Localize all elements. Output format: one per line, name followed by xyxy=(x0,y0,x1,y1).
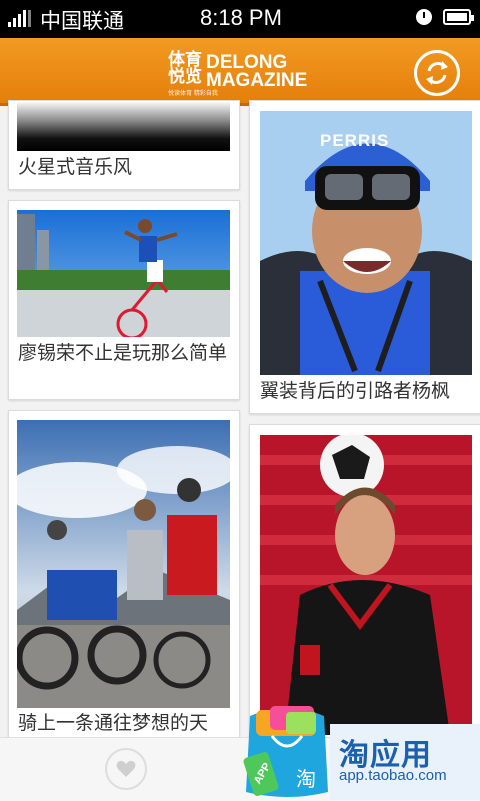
ad-bag-char: 淘 xyxy=(296,767,316,791)
logo-tagline: 悦读体育 精彩自我 xyxy=(168,90,218,97)
article-card-4[interactable]: PERRIS 翼装背后的引路者杨枫 xyxy=(249,100,480,414)
article-card-5[interactable] xyxy=(249,424,480,739)
logo-chinese: 体育 悦览 xyxy=(168,50,202,87)
article-card-2[interactable]: 廖锡荣不止是玩那么简单 xyxy=(8,200,240,400)
refresh-icon xyxy=(426,61,448,85)
heart-icon xyxy=(116,760,136,777)
taobao-app-ad[interactable]: APP 淘 淘应用 app.taobao.com xyxy=(242,706,480,800)
helmet-label: PERRIS xyxy=(320,131,390,150)
carrier-name: 中国联通 xyxy=(40,9,124,33)
battery-icon xyxy=(443,9,474,25)
alarm-icon xyxy=(416,9,432,25)
app-header: 体育 悦览 DELONG MAGAZINE 悦读体育 精彩自我 xyxy=(0,38,480,106)
status-time: 8:18 PM xyxy=(200,5,282,30)
article-title: 翼装背后的引路者杨枫 xyxy=(260,380,451,402)
article-image xyxy=(260,435,472,735)
logo-english-line2: MAGAZINE xyxy=(206,70,308,91)
refresh-button[interactable] xyxy=(414,50,460,96)
article-image xyxy=(17,420,230,708)
article-image xyxy=(17,101,230,151)
shopping-bag-icon: APP 淘 xyxy=(243,706,328,797)
article-title: 火星式音乐风 xyxy=(18,156,133,178)
article-title: 骑上一条通往梦想的天 xyxy=(18,712,209,734)
signal-icon xyxy=(8,9,31,27)
article-title: 廖锡荣不止是玩那么简单 xyxy=(18,342,228,364)
article-card-1[interactable]: 火星式音乐风 xyxy=(8,100,240,190)
favorite-button[interactable] xyxy=(105,748,147,790)
ad-url: app.taobao.com xyxy=(339,767,447,784)
article-card-3[interactable]: 骑上一条通往梦想的天 xyxy=(8,410,240,742)
article-image xyxy=(17,210,230,337)
app-logo: 体育 悦览 DELONG MAGAZINE 悦读体育 精彩自我 xyxy=(168,50,318,98)
status-bar: 中国联通 8:18 PM xyxy=(0,0,480,38)
